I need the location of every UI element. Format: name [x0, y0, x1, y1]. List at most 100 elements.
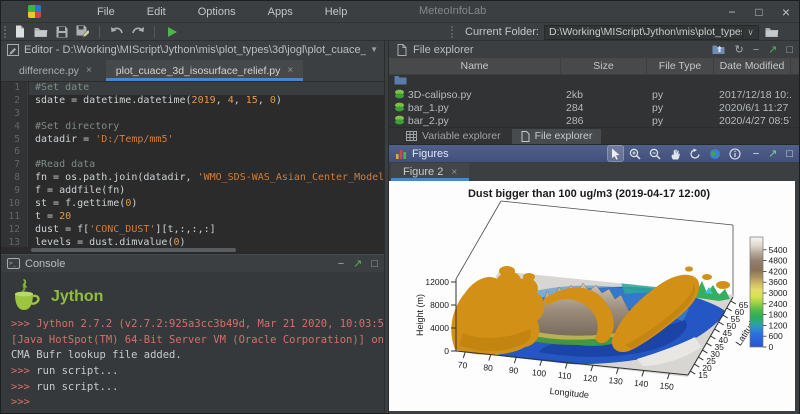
figure-2-tab[interactable]: Figure 2 × — [391, 163, 469, 181]
current-folder-combobox[interactable]: D:\Working\MIScript\Jython\mis\plot_type… — [544, 25, 759, 40]
svg-text:120: 120 — [583, 372, 598, 383]
code-line[interactable]: st = f.gettime(0) — [29, 198, 384, 211]
detach-panel-icon[interactable]: ↗ — [768, 43, 777, 56]
svg-text:110: 110 — [557, 370, 572, 381]
code-line[interactable]: t = 20 — [29, 211, 384, 224]
toolbar-grip — [4, 26, 8, 38]
detach-panel-icon[interactable]: ↗ — [768, 147, 777, 160]
editor-horizontal-scrollbar[interactable] — [29, 248, 384, 252]
table-row-file[interactable]: bar_2.py286py2020/4/27 08:57 — [389, 114, 799, 127]
svg-text:80: 80 — [483, 362, 494, 373]
column-header-datemodified[interactable]: Date Modified — [714, 58, 791, 74]
globe-icon[interactable] — [708, 146, 723, 161]
scrollbar-thumb[interactable] — [31, 248, 236, 252]
main-window: File Edit Options Apps Help MeteoInfoLab… — [0, 0, 800, 414]
tab-label: Variable explorer — [422, 130, 501, 142]
import-folder-icon[interactable] — [712, 44, 725, 56]
code-line[interactable]: #Set date — [29, 82, 384, 95]
close-tab-icon[interactable]: × — [287, 65, 293, 76]
surface3d-plot[interactable]: Dust bigger than 100 ug/m3 (2019-04-17 1… — [389, 181, 795, 408]
zoom-in-icon[interactable] — [628, 146, 643, 161]
editor-path-dropdown-icon[interactable]: ▼ — [370, 45, 378, 54]
menubar: File Edit Options Apps Help — [81, 6, 363, 18]
figures-header: Figures — [389, 145, 799, 162]
browse-folder-icon[interactable] — [765, 25, 780, 39]
code-line[interactable]: f = addfile(fn) — [29, 185, 384, 198]
svg-text:5400: 5400 — [769, 245, 788, 255]
maximize-panel-icon[interactable]: □ — [786, 44, 793, 56]
editor-tab-plot-cuace[interactable]: plot_cuace_3d_isosurface_relief.py × — [106, 60, 303, 81]
save-as-icon[interactable] — [75, 25, 90, 39]
code-line[interactable]: sdate = datetime.datetime(2019, 4, 15, 0… — [29, 95, 384, 108]
minimize-button[interactable]: − — [725, 5, 739, 19]
new-script-icon[interactable] — [12, 25, 27, 39]
info-icon[interactable] — [728, 146, 743, 161]
x-axis-label: Longitude — [549, 386, 589, 400]
menu-options[interactable]: Options — [182, 6, 252, 18]
explorer-tab-bar: Variable explorer File explorer — [389, 127, 799, 144]
close-tab-icon[interactable]: × — [86, 65, 92, 76]
svg-text:3600: 3600 — [769, 277, 788, 287]
minimize-panel-icon[interactable]: − — [338, 258, 344, 270]
chevron-down-icon[interactable]: ∨ — [742, 27, 758, 38]
code-line[interactable]: #Set directory — [29, 121, 384, 134]
console-line: CMA Bufr lookup file added. — [11, 349, 384, 365]
python-file-icon — [394, 102, 405, 112]
svg-text:4000: 4000 — [430, 323, 449, 333]
code-line[interactable]: datadir = 'D:/Temp/mm5' — [29, 134, 384, 147]
redo-icon[interactable] — [130, 25, 145, 39]
minimize-panel-icon[interactable]: − — [753, 44, 759, 56]
toolbar-separator — [99, 26, 100, 38]
editor-tab-difference[interactable]: difference.py × — [9, 60, 102, 81]
column-header-name[interactable]: Name — [389, 58, 561, 74]
close-button[interactable]: × — [779, 4, 793, 20]
rotate-icon[interactable] — [688, 146, 703, 161]
page-icon — [521, 131, 530, 142]
line-number: 7 — [1, 159, 27, 172]
column-header-filetype[interactable]: File Type — [647, 58, 714, 74]
minimize-panel-icon[interactable]: − — [753, 148, 759, 160]
maximize-panel-icon[interactable]: □ — [371, 258, 378, 270]
detach-panel-icon[interactable]: ↗ — [353, 257, 362, 270]
file-explorer-icon — [395, 44, 408, 56]
save-icon[interactable] — [54, 25, 69, 39]
tab-variable-explorer[interactable]: Variable explorer — [397, 129, 510, 144]
refresh-icon[interactable]: ↻ — [734, 43, 743, 56]
table-row-file[interactable]: bar_1.py284py2020/6/1 11:27 — [389, 101, 799, 114]
svg-text:1800: 1800 — [769, 310, 788, 320]
menu-file[interactable]: File — [81, 6, 131, 18]
code-line[interactable]: #Read data — [29, 159, 384, 172]
code-line[interactable] — [29, 146, 384, 159]
select-cursor-icon[interactable] — [608, 146, 623, 161]
svg-text:8000: 8000 — [430, 300, 449, 310]
table-row-file[interactable]: 3D-calipso.py2kbpy2017/12/18 10:... — [389, 88, 799, 101]
menu-apps[interactable]: Apps — [252, 6, 309, 18]
menu-edit[interactable]: Edit — [131, 6, 182, 18]
table-row-parent-folder[interactable] — [389, 75, 799, 88]
close-tab-icon[interactable]: × — [451, 167, 457, 178]
maximize-panel-icon[interactable]: □ — [786, 148, 793, 160]
code-editor-area[interactable]: 12345678910111213 #Set datesdate = datet… — [1, 81, 384, 253]
column-header-size[interactable]: Size — [561, 58, 647, 74]
code-line[interactable]: dust = f['CONC_DUST'][t,:,:,:] — [29, 224, 384, 237]
code-line[interactable] — [29, 108, 384, 121]
tab-file-explorer[interactable]: File explorer — [512, 129, 602, 144]
tab-label: Figure 2 — [403, 166, 443, 178]
console-title: Console — [25, 258, 65, 270]
maximize-button[interactable]: □ — [752, 5, 766, 19]
figure-canvas[interactable]: Dust bigger than 100 ug/m3 (2019-04-17 1… — [389, 181, 795, 411]
file-table[interactable]: Name Size File Type Date Modified 3D-cal… — [389, 58, 799, 127]
code-line[interactable]: fn = os.path.join(datadir, 'WMO_SDS-WAS_… — [29, 172, 384, 185]
open-folder-icon[interactable] — [33, 25, 48, 39]
undo-icon[interactable] — [109, 25, 124, 39]
svg-text:130: 130 — [608, 375, 623, 386]
console-output[interactable]: Jython >>> Jython 2.7.2 (v2.7.2:925a3cc3… — [1, 272, 384, 413]
pan-hand-icon[interactable] — [668, 146, 683, 161]
editor-panel: Editor - D:\Working\MIScript\Jython\mis\… — [1, 41, 384, 254]
chart-title: Dust bigger than 100 ug/m3 (2019-04-17 1… — [468, 188, 710, 200]
menu-help[interactable]: Help — [309, 6, 364, 18]
line-number: 13 — [1, 237, 27, 250]
zoom-out-icon[interactable] — [648, 146, 663, 161]
svg-text:100: 100 — [532, 367, 547, 378]
run-script-icon[interactable] — [164, 25, 179, 39]
